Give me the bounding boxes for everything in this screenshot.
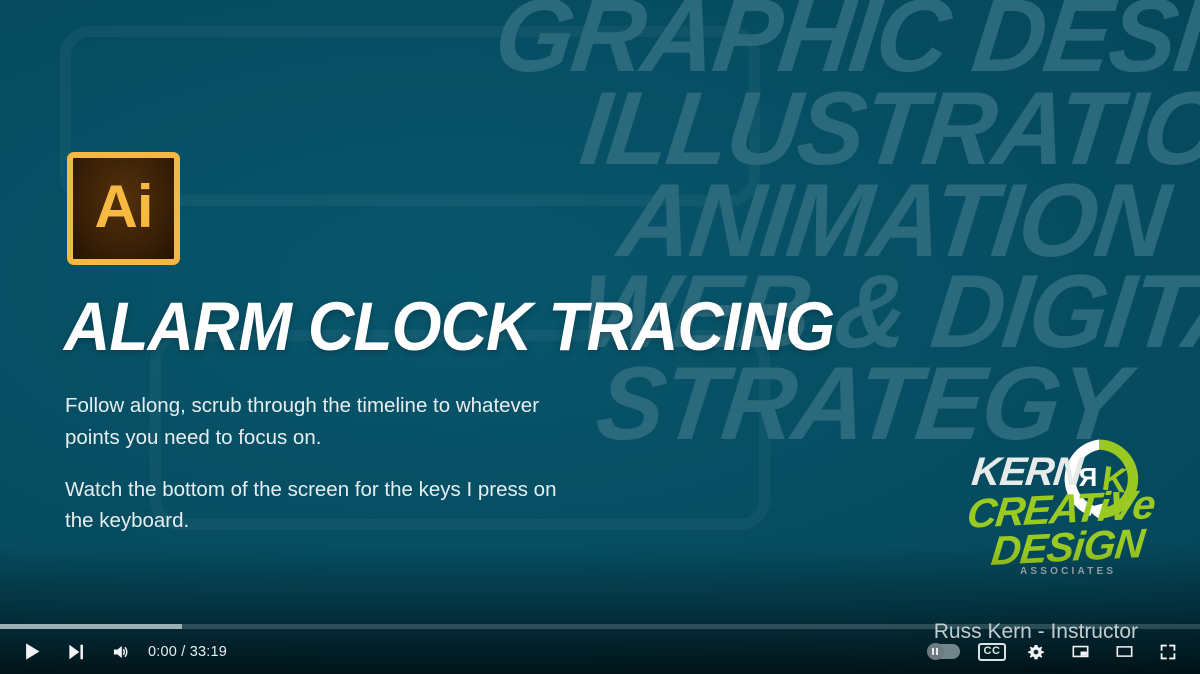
gear-icon bbox=[1028, 644, 1044, 659]
logo-text-associates: ASSOCIATES bbox=[1020, 566, 1117, 577]
play-icon bbox=[25, 643, 39, 660]
settings-button[interactable] bbox=[1014, 629, 1058, 674]
slide-paragraph-1: Follow along, scrub through the timeline… bbox=[65, 394, 540, 449]
video-slide: GRaPHiC DESiGN iLLUSTRATiON ANiMATiON We… bbox=[0, 0, 1200, 674]
video-player[interactable]: GRaPHiC DESiGN iLLUSTRATiON ANiMATiON We… bbox=[0, 0, 1200, 674]
theater-mode-button[interactable] bbox=[1102, 629, 1146, 674]
miniplayer-button[interactable] bbox=[1058, 629, 1102, 674]
fullscreen-button[interactable] bbox=[1146, 629, 1190, 674]
volume-button[interactable] bbox=[98, 629, 142, 674]
player-controls: 0:00 / 33:19 CC bbox=[0, 629, 1200, 674]
pause-bar-right bbox=[936, 648, 938, 655]
captions-label: CC bbox=[977, 642, 1007, 661]
time-display: 0:00 / 33:19 bbox=[148, 643, 227, 660]
slide-title: ALARM CLOCK TRACING bbox=[64, 288, 835, 365]
captions-button[interactable]: CC bbox=[970, 629, 1014, 674]
watermark-line-graphic-design: GRaPHiC DESiGN bbox=[488, 0, 1200, 94]
watermark-line-illustration: iLLUSTRATiON bbox=[574, 71, 1200, 188]
player-controls-left: 0:00 / 33:19 bbox=[0, 629, 235, 674]
slide-paragraph-2: Watch the bottom of the screen for the k… bbox=[65, 477, 557, 533]
next-icon bbox=[69, 644, 83, 659]
fullscreen-icon bbox=[1160, 644, 1176, 659]
slide-body-copy: Follow along, scrub through the timeline… bbox=[65, 390, 585, 537]
autoplay-toggle-track bbox=[926, 643, 960, 660]
miniplayer-icon bbox=[1072, 645, 1088, 658]
autoplay-toggle-knob bbox=[926, 643, 944, 660]
watermark-line-animation: ANiMATiON bbox=[612, 162, 1174, 279]
play-button[interactable] bbox=[10, 629, 54, 674]
pause-bar-left bbox=[932, 648, 934, 655]
volume-icon bbox=[113, 645, 128, 658]
adobe-illustrator-icon: Ai bbox=[67, 152, 180, 265]
theater-icon bbox=[1116, 646, 1132, 657]
adobe-illustrator-icon-inner: Ai bbox=[73, 158, 174, 259]
next-video-button[interactable] bbox=[54, 629, 98, 674]
adobe-illustrator-label: Ai bbox=[94, 172, 154, 240]
kern-creative-design-logo: K R KERN CREATiVe DESiGN ASSOCIATES bbox=[965, 439, 1157, 590]
player-controls-right: CC bbox=[916, 629, 1200, 674]
autoplay-toggle[interactable] bbox=[916, 629, 970, 674]
